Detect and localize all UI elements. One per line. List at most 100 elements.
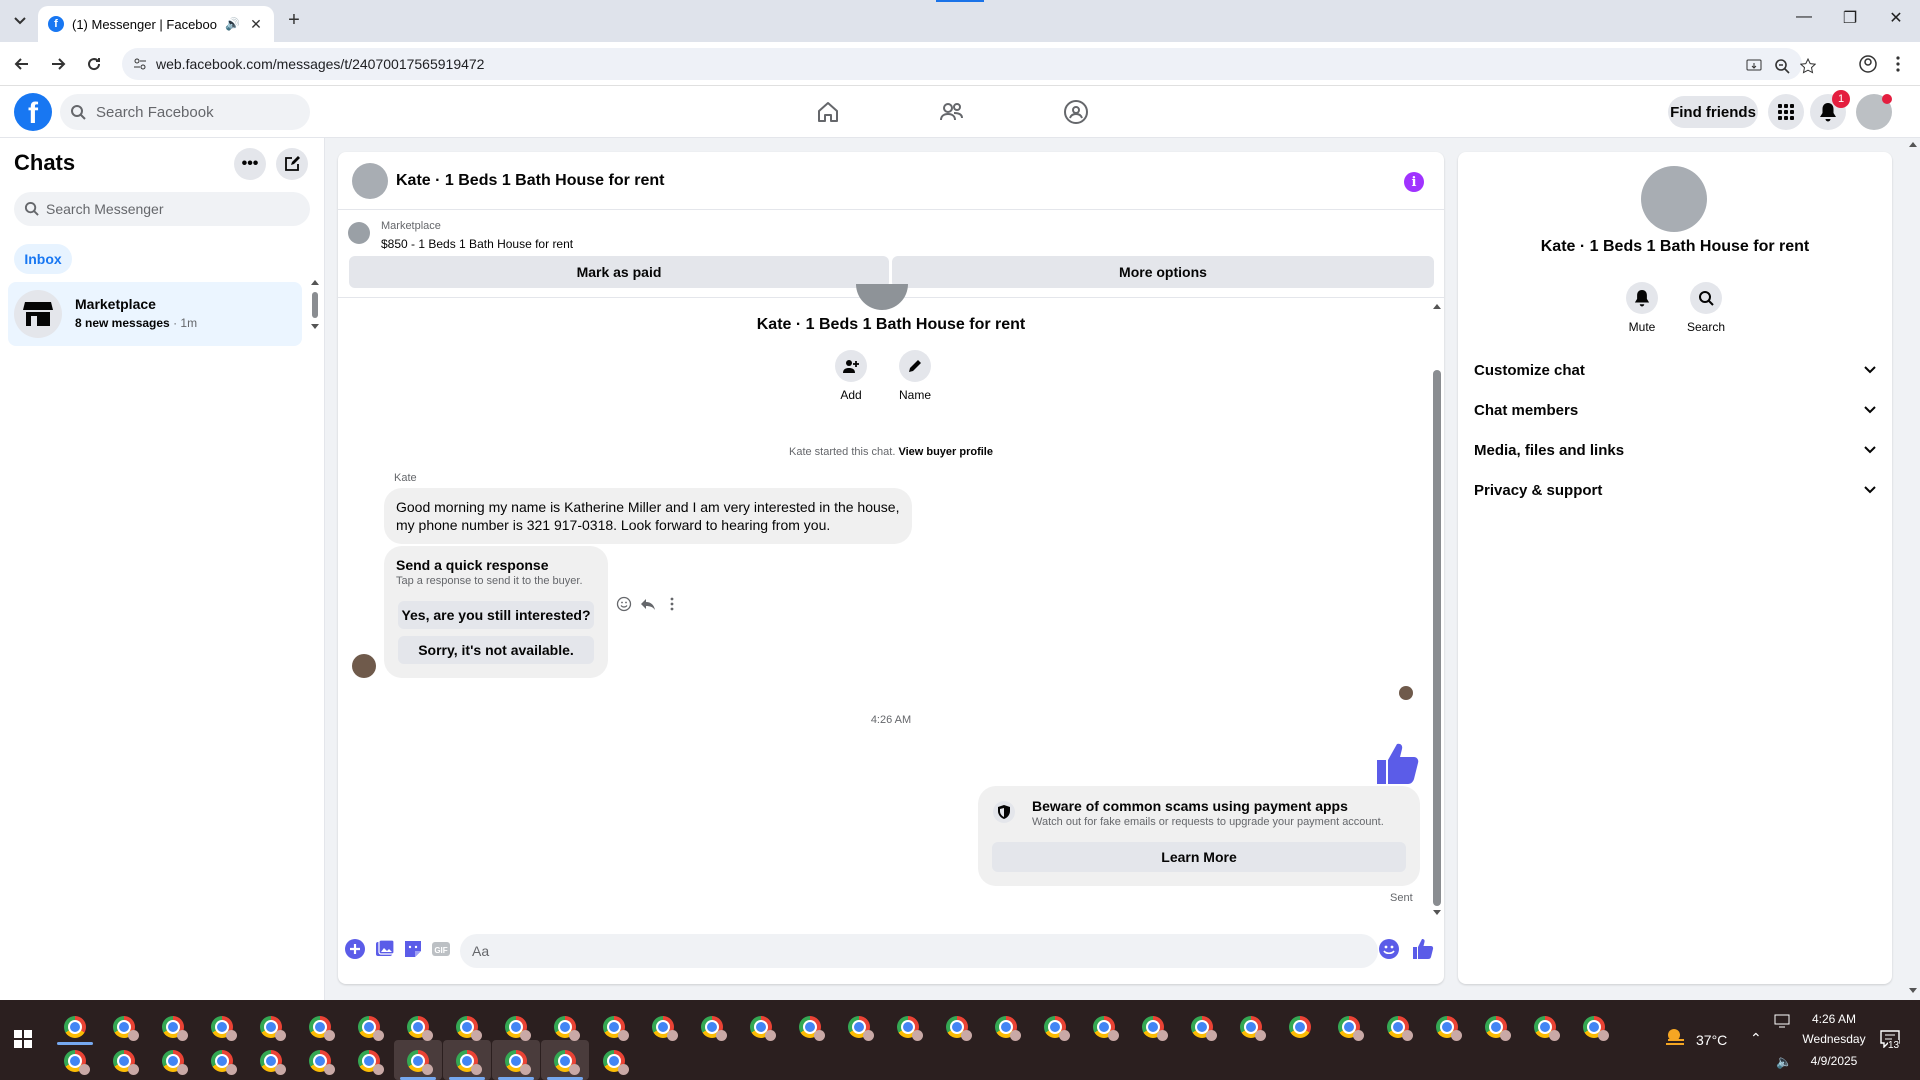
reply-icon[interactable]: [640, 596, 656, 612]
chrome-taskbar-icon[interactable]: [1044, 1016, 1070, 1041]
chrome-taskbar-icon[interactable]: [260, 1050, 286, 1075]
view-buyer-profile-link[interactable]: View buyer profile: [898, 446, 993, 458]
facebook-search-input[interactable]: Search Facebook: [60, 94, 310, 130]
close-window-button[interactable]: ✕: [1876, 8, 1916, 32]
more-vertical-icon[interactable]: [664, 596, 680, 612]
messenger-search-input[interactable]: Search Messenger: [14, 192, 310, 226]
more-options-button[interactable]: More options: [892, 256, 1434, 288]
chrome-taskbar-icon[interactable]: [407, 1050, 433, 1075]
close-tab-icon[interactable]: ✕: [248, 16, 264, 33]
reload-button[interactable]: [82, 52, 106, 76]
weather-icon[interactable]: [1664, 1026, 1688, 1048]
chrome-taskbar-icon[interactable]: [1338, 1016, 1364, 1041]
chrome-taskbar-icon[interactable]: [652, 1016, 678, 1041]
media-files-links-section[interactable]: Media, files and links: [1474, 434, 1876, 466]
chrome-taskbar-icon[interactable]: [64, 1016, 86, 1038]
friends-icon[interactable]: [938, 98, 966, 126]
chat-header-avatar[interactable]: [352, 163, 388, 199]
chrome-taskbar-icon[interactable]: [701, 1016, 727, 1041]
sender-avatar[interactable]: [352, 654, 376, 678]
page-scrollbar[interactable]: [1906, 138, 1920, 1000]
chrome-taskbar-icon[interactable]: [1240, 1016, 1266, 1041]
zoom-icon[interactable]: [1772, 56, 1792, 76]
gif-icon[interactable]: GIF: [430, 938, 452, 960]
groups-icon[interactable]: [1062, 98, 1090, 126]
find-friends-button[interactable]: Find friends: [1668, 96, 1758, 128]
chrome-taskbar-icon[interactable]: [309, 1016, 335, 1041]
chrome-taskbar-icon[interactable]: [1191, 1016, 1217, 1041]
plus-circle-icon[interactable]: [344, 938, 366, 960]
inbox-tab[interactable]: Inbox: [14, 244, 72, 274]
mark-as-paid-button[interactable]: Mark as paid: [349, 256, 889, 288]
chrome-taskbar-icon[interactable]: [1093, 1016, 1119, 1041]
new-message-button[interactable]: [276, 148, 308, 180]
chrome-taskbar-icon[interactable]: [505, 1016, 531, 1041]
clock-day[interactable]: Wednesday: [1796, 1032, 1872, 1046]
chrome-taskbar-icon[interactable]: [1583, 1016, 1609, 1041]
info-icon[interactable]: i: [1404, 172, 1424, 192]
menu-grid-button[interactable]: [1768, 94, 1804, 130]
chrome-taskbar-icon[interactable]: [309, 1050, 335, 1075]
chrome-taskbar-icon[interactable]: [260, 1016, 286, 1041]
chrome-taskbar-icon[interactable]: [162, 1050, 188, 1075]
volume-icon[interactable]: 🔈: [1776, 1054, 1792, 1070]
bookmark-star-icon[interactable]: [1798, 56, 1818, 76]
chrome-taskbar-icon[interactable]: [603, 1016, 629, 1041]
chrome-taskbar-icon[interactable]: [799, 1016, 825, 1041]
emoji-icon[interactable]: [1378, 938, 1400, 960]
site-info-icon[interactable]: [132, 56, 148, 72]
back-button[interactable]: [10, 52, 34, 76]
new-tab-button[interactable]: +: [282, 9, 306, 33]
customize-chat-section[interactable]: Customize chat: [1474, 354, 1876, 386]
windows-start-icon[interactable]: [14, 1030, 32, 1048]
mute-button[interactable]: Mute: [1614, 282, 1670, 334]
chrome-taskbar-icon[interactable]: [505, 1050, 531, 1075]
chrome-taskbar-icon[interactable]: [1436, 1016, 1462, 1041]
chrome-taskbar-icon[interactable]: [554, 1050, 580, 1075]
details-avatar[interactable]: [1641, 166, 1707, 232]
chrome-taskbar-icon[interactable]: [64, 1050, 90, 1075]
browser-tab[interactable]: f (1) Messenger | Facebook 🔊 ✕: [38, 6, 274, 42]
chat-scrollbar[interactable]: [1430, 298, 1444, 922]
weather-temp[interactable]: 37°C: [1696, 1032, 1727, 1048]
react-emoji-icon[interactable]: [616, 596, 632, 612]
chrome-taskbar-icon[interactable]: [554, 1016, 580, 1041]
chrome-taskbar-icon[interactable]: [358, 1016, 384, 1041]
listing-title[interactable]: $850 - 1 Beds 1 Bath House for rent: [381, 237, 573, 251]
chrome-taskbar-icon[interactable]: [848, 1016, 874, 1041]
url-field[interactable]: web.facebook.com/messages/t/240700175659…: [122, 48, 1816, 80]
minimize-button[interactable]: —: [1784, 8, 1824, 32]
chevron-up-icon[interactable]: ⌃: [1750, 1030, 1762, 1047]
chat-list-item[interactable]: Marketplace 8 new messages · 1m: [8, 282, 302, 346]
privacy-support-section[interactable]: Privacy & support: [1474, 474, 1876, 506]
clock-time[interactable]: 4:26 AM: [1798, 1012, 1870, 1026]
chat-members-section[interactable]: Chat members: [1474, 394, 1876, 426]
restore-button[interactable]: ❐: [1830, 8, 1870, 32]
photo-icon[interactable]: [374, 938, 396, 960]
chrome-taskbar-icon[interactable]: [1289, 1016, 1311, 1038]
chrome-taskbar-icon[interactable]: [113, 1050, 139, 1075]
display-icon[interactable]: [1774, 1014, 1790, 1028]
chat-header-name[interactable]: Kate · 1 Beds 1 Bath House for rent: [396, 172, 665, 190]
chrome-taskbar-icon[interactable]: [456, 1050, 482, 1075]
quick-response-yes-button[interactable]: Yes, are you still interested?: [398, 601, 594, 629]
listing-thumbnail[interactable]: [348, 222, 370, 244]
tab-search-button[interactable]: [8, 9, 32, 33]
chat-options-button[interactable]: •••: [234, 148, 266, 180]
chrome-taskbar-icon[interactable]: [897, 1016, 923, 1041]
forward-button[interactable]: [46, 52, 70, 76]
chrome-taskbar-icon[interactable]: [1142, 1016, 1168, 1041]
thumbs-up-icon[interactable]: [1375, 740, 1421, 786]
sticker-icon[interactable]: [402, 938, 424, 960]
browser-menu-icon[interactable]: [1886, 52, 1910, 76]
chrome-taskbar-icon[interactable]: [456, 1016, 482, 1041]
like-send-icon[interactable]: [1412, 938, 1434, 960]
incoming-message[interactable]: Good morning my name is Katherine Miller…: [384, 488, 912, 544]
facebook-logo[interactable]: f: [14, 93, 52, 131]
chrome-taskbar-icon[interactable]: [358, 1050, 384, 1075]
add-member-button[interactable]: Add: [826, 350, 876, 402]
quick-response-no-button[interactable]: Sorry, it's not available.: [398, 636, 594, 664]
speaker-icon[interactable]: 🔊: [225, 17, 240, 31]
search-in-conversation-button[interactable]: Search: [1678, 282, 1734, 334]
chrome-taskbar-icon[interactable]: [1387, 1016, 1413, 1041]
